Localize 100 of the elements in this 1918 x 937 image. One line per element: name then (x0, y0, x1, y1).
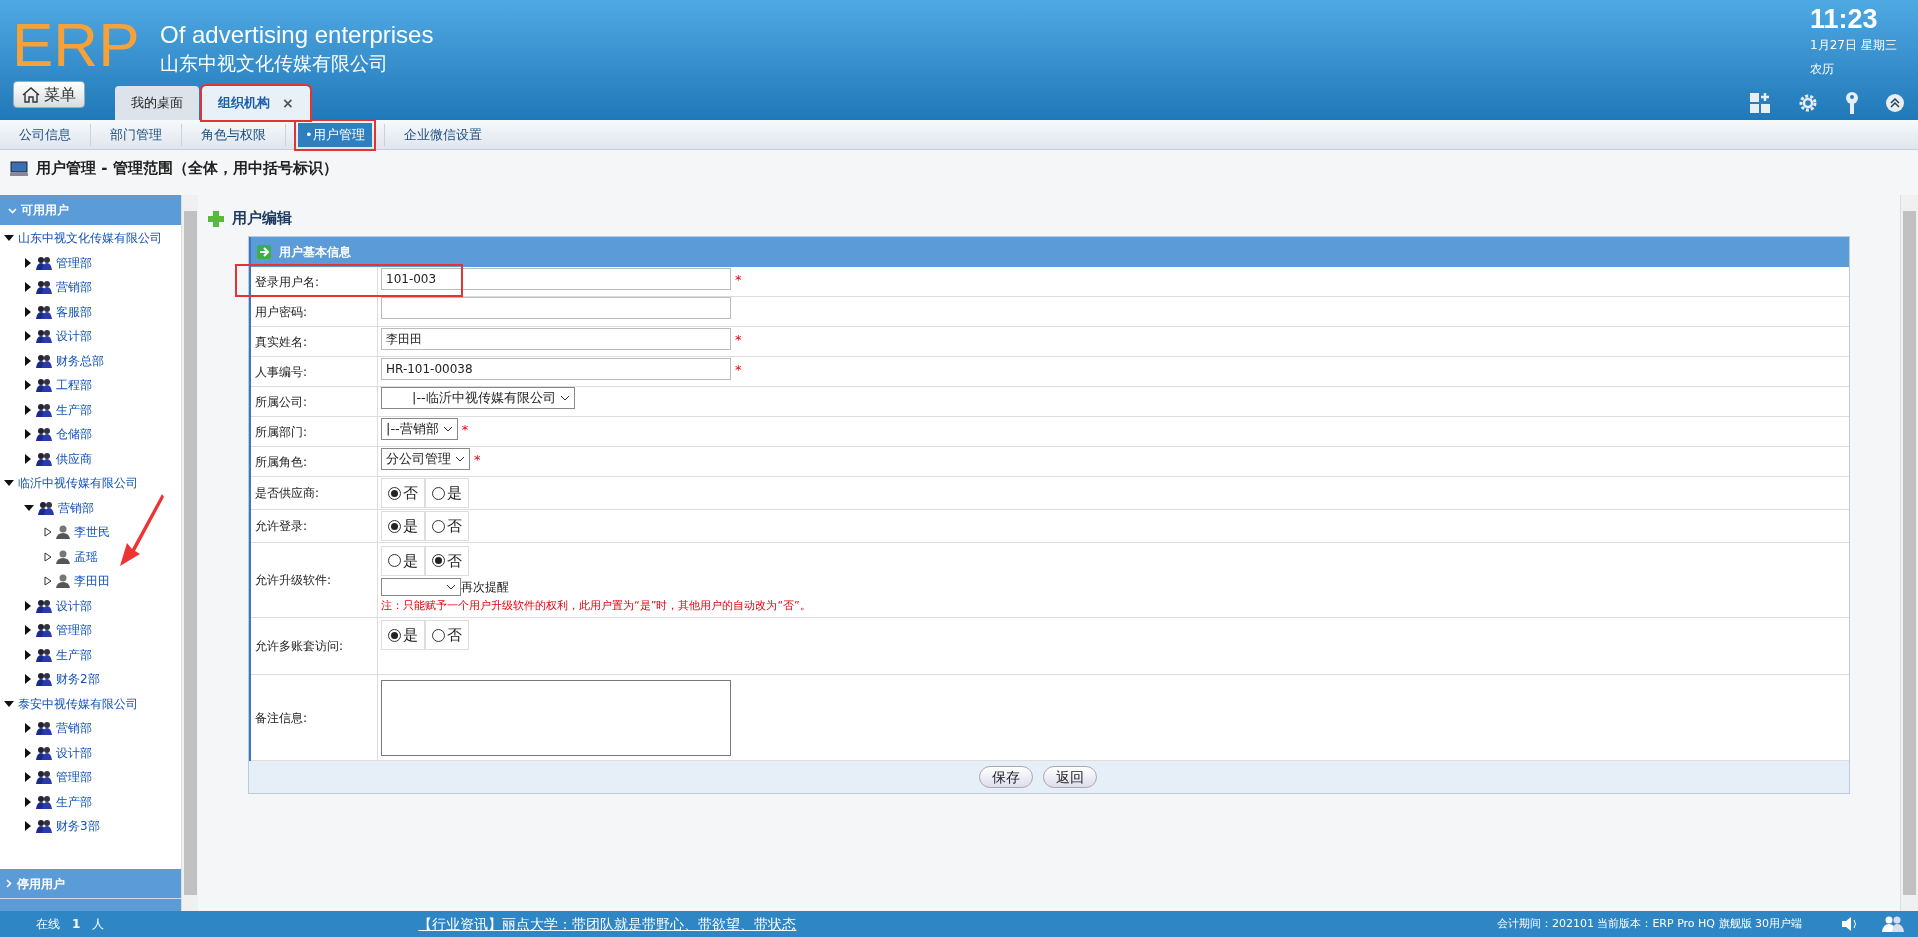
users-icon[interactable] (1882, 916, 1904, 932)
tree-item[interactable]: 设计部 (56, 596, 92, 615)
dropdown[interactable] (381, 577, 461, 596)
expand-triangle-icon[interactable] (24, 723, 32, 734)
tree-item[interactable]: 供应商 (56, 449, 92, 468)
tree-item[interactable]: 临沂中视传媒有限公司 (18, 474, 138, 493)
collapse-triangle-icon[interactable] (24, 503, 34, 512)
settings-icon[interactable] (1798, 93, 1818, 113)
expand-triangle-icon[interactable] (24, 674, 32, 685)
tree-item[interactable]: 山东中视文化传媒有限公司 (18, 229, 162, 248)
tree-item[interactable]: 管理部 (56, 621, 92, 640)
radio-option[interactable]: 是 (381, 545, 425, 576)
expand-triangle-icon[interactable] (24, 796, 32, 807)
dropdown[interactable]: |--营销部 (381, 418, 458, 440)
radio-option[interactable]: 否 (425, 620, 469, 650)
expand-triangle-icon[interactable] (24, 331, 32, 342)
tree-item[interactable]: 设计部 (56, 327, 92, 346)
expand-triangle-icon[interactable] (24, 282, 32, 293)
group-icon (36, 671, 52, 688)
form-button[interactable]: 返回 (1043, 766, 1097, 788)
expand-triangle-icon[interactable] (24, 625, 32, 636)
tree-item[interactable]: 管理部 (56, 768, 92, 787)
tab[interactable]: 组织机构 × (202, 86, 310, 120)
expand-triangle-icon[interactable] (24, 429, 32, 440)
text-field[interactable]: 李田田 (381, 328, 731, 350)
expand-triangle-icon[interactable] (24, 355, 32, 366)
page-title: 用户管理 - 管理范围（全体，用中括号标识） (36, 158, 338, 180)
group-icon (36, 769, 52, 786)
expand-triangle-icon[interactable] (24, 380, 32, 391)
plus-icon (208, 210, 224, 227)
text-field[interactable]: HR-101-00038 (381, 358, 731, 380)
group-icon (36, 450, 52, 467)
expand-triangle-icon[interactable] (24, 404, 32, 415)
tree-item[interactable]: 财务总部 (56, 351, 104, 370)
notes-field[interactable] (381, 679, 731, 756)
tree-item[interactable]: 营销部 (56, 278, 92, 297)
tree-item[interactable]: 财务2部 (56, 670, 100, 689)
field-label: 允许多账套访问: (255, 638, 344, 655)
radio-option[interactable]: 是 (425, 478, 469, 508)
menu-button[interactable]: 菜单 (13, 81, 85, 108)
radio-option[interactable]: 否 (425, 545, 469, 576)
form-button[interactable]: 保存 (979, 766, 1033, 788)
version-info: 会计期间：202101 当前版本：ERP Pro HQ 旗舰版 30用户端 (1496, 915, 1802, 932)
tree-item[interactable]: 工程部 (56, 376, 92, 395)
subnav-tab[interactable]: 部门管理 (103, 122, 169, 147)
radio-option[interactable]: 是 (381, 511, 425, 541)
tree-item[interactable]: 营销部 (56, 719, 92, 738)
expand-triangle-icon[interactable] (24, 649, 32, 660)
field-label: 所属部门: (255, 423, 308, 441)
tree-item[interactable]: 仓储部 (56, 425, 92, 444)
expand-triangle-icon[interactable] (44, 551, 52, 562)
collapse-up-icon[interactable] (1886, 94, 1904, 112)
subnav-tab[interactable]: 企业微信设置 (396, 122, 489, 147)
expand-triangle-icon[interactable] (44, 527, 52, 538)
close-icon[interactable]: × (282, 92, 294, 114)
collapse-triangle-icon[interactable] (4, 479, 14, 488)
radio-option[interactable]: 否 (381, 478, 425, 508)
tree-item[interactable]: 生产部 (56, 400, 92, 419)
text-field[interactable]: 101-003 (381, 268, 731, 290)
tree-item[interactable]: 管理部 (56, 253, 92, 272)
expand-triangle-icon[interactable] (24, 453, 32, 464)
tree-item[interactable]: 李世民 (74, 523, 110, 542)
tree-item[interactable]: 生产部 (56, 645, 92, 664)
group-icon (36, 328, 52, 345)
tree-item[interactable]: 泰安中视传媒有限公司 (18, 694, 138, 713)
tab[interactable]: 我的桌面 (115, 86, 199, 120)
scrollbar[interactable] (1900, 195, 1918, 911)
subnav-tab[interactable]: 公司信息 (12, 122, 78, 147)
radio-option[interactable]: 是 (381, 620, 425, 650)
collapse-triangle-icon[interactable] (4, 234, 14, 243)
news-link[interactable]: 【行业资讯】丽点大学：带团队就是带野心、带欲望、带状态 (418, 913, 797, 935)
add-widget-icon[interactable] (1750, 93, 1772, 113)
subnav-tab[interactable]: 角色与权限 (194, 122, 273, 147)
expand-triangle-icon[interactable] (24, 821, 32, 832)
key-icon[interactable] (1844, 92, 1860, 114)
field-label: 登录用户名: (255, 273, 320, 291)
tree-item[interactable]: 客服部 (56, 302, 92, 321)
collapse-triangle-icon[interactable] (4, 699, 14, 708)
expand-triangle-icon[interactable] (24, 257, 32, 268)
radio-option[interactable]: 否 (425, 511, 469, 541)
tree-item[interactable]: 孟瑶 (74, 547, 98, 566)
tree-item[interactable]: 财务3部 (56, 817, 100, 836)
tree-item[interactable]: 设计部 (56, 743, 92, 762)
field-label: 用户密码: (255, 303, 308, 321)
field-label: 允许登录: (255, 518, 308, 535)
scrollbar[interactable] (181, 195, 198, 911)
lunar-text: 农历 (1810, 61, 1834, 78)
expand-triangle-icon[interactable] (44, 576, 52, 587)
expand-triangle-icon[interactable] (24, 772, 32, 783)
tree-item[interactable]: 营销部 (58, 498, 94, 517)
text-field[interactable] (381, 297, 731, 319)
expand-triangle-icon[interactable] (24, 600, 32, 611)
group-icon (36, 254, 52, 271)
dropdown[interactable]: 分公司管理 (381, 448, 470, 470)
dropdown[interactable]: |--临沂中视传媒有限公司 (381, 387, 575, 409)
tree-item[interactable]: 生产部 (56, 792, 92, 811)
tree-item[interactable]: 李田田 (74, 572, 110, 591)
expand-triangle-icon[interactable] (24, 306, 32, 317)
chevron-down-icon (559, 395, 570, 401)
expand-triangle-icon[interactable] (24, 747, 32, 758)
